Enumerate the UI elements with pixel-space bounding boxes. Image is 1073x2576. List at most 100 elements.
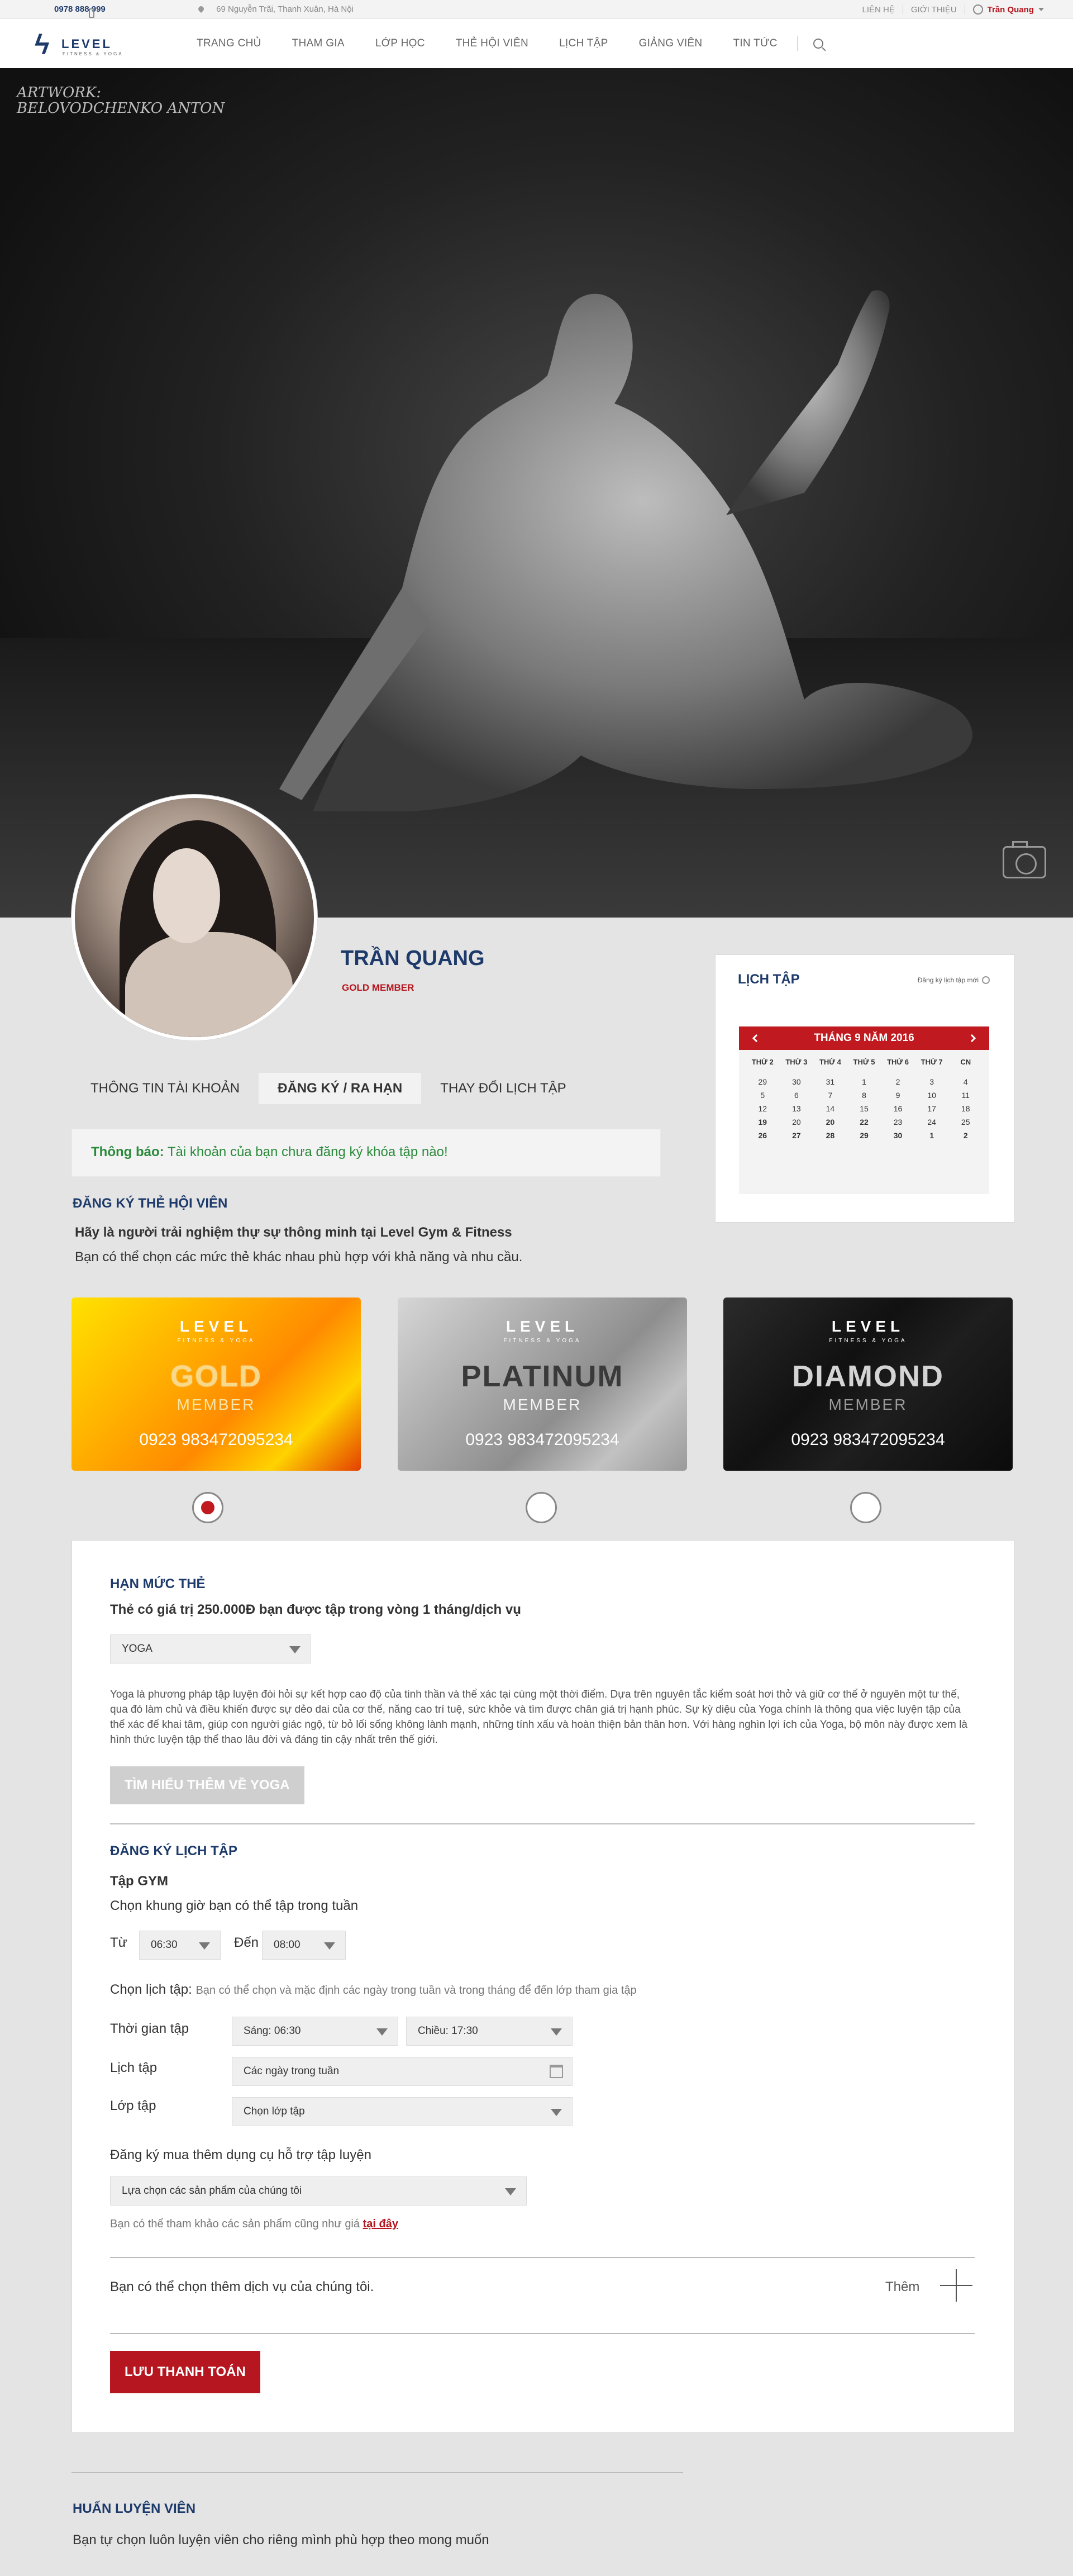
choose-schedule: Chọn lịch tập: Bạn có thể chọn và mặc đị…: [110, 1982, 637, 1998]
nav-classes[interactable]: LỚP HỌC: [375, 37, 425, 50]
calendar-day[interactable]: 19: [746, 1118, 780, 1127]
calendar-weekday: THỨ 4: [819, 1058, 841, 1066]
calendar-day[interactable]: 13: [780, 1104, 814, 1113]
calendar-weekday: THỨ 5: [853, 1058, 875, 1066]
nav-home[interactable]: TRANG CHỦ: [197, 37, 261, 50]
search-icon[interactable]: [813, 39, 823, 49]
calendar-day[interactable]: 31: [813, 1077, 847, 1086]
nav-instructors[interactable]: GIẢNG VIÊN: [639, 37, 703, 50]
calendar-day[interactable]: 18: [948, 1104, 983, 1113]
phone-contact[interactable]: 0978 888 999: [35, 4, 106, 18]
radio-gold[interactable]: [192, 1492, 223, 1523]
card-diamond[interactable]: LEVEL FITNESS & YOGA DIAMOND MEMBER 0923…: [723, 1297, 1013, 1471]
card-brand-sub: FITNESS & YOGA: [503, 1338, 581, 1344]
time-pm-value: Chiều: 17:30: [418, 2025, 478, 2037]
class-select[interactable]: Chọn lớp tập: [232, 2097, 573, 2126]
radio-diamond[interactable]: [850, 1492, 881, 1523]
save-payment-button[interactable]: LƯU THANH TOÁN: [110, 2351, 260, 2393]
calendar-day[interactable]: 10: [915, 1091, 949, 1100]
calendar-day[interactable]: 30: [881, 1131, 915, 1140]
schedule-title: LỊCH TẬP: [738, 972, 800, 987]
calendar-day[interactable]: 1: [847, 1077, 881, 1086]
user-menu[interactable]: Trần Quang: [964, 4, 1044, 15]
notice-box: Thông báo: Tài khoản của bạn chưa đăng k…: [71, 1129, 661, 1177]
avatar[interactable]: [71, 795, 317, 1040]
card-platinum[interactable]: LEVEL FITNESS & YOGA PLATINUM MEMBER 092…: [398, 1297, 687, 1471]
product-ref-link[interactable]: tại đây: [363, 2218, 398, 2230]
days-value: Các ngày trong tuần: [244, 2065, 340, 2077]
calendar-day[interactable]: 30: [780, 1077, 814, 1086]
chevron-right-icon[interactable]: [967, 1034, 976, 1043]
nav-membership[interactable]: THẺ HỘI VIÊN: [456, 37, 528, 50]
time-pm-select[interactable]: Chiều: 17:30: [406, 2017, 573, 2046]
calendar-day[interactable]: 16: [881, 1104, 915, 1113]
calendar-day[interactable]: 22: [847, 1118, 881, 1127]
divider: [110, 2257, 975, 2258]
calendar-day[interactable]: 12: [746, 1104, 780, 1113]
chevron-left-icon[interactable]: [752, 1034, 761, 1043]
calendar-day[interactable]: 4: [948, 1077, 983, 1086]
learn-yoga-button[interactable]: TÌM HIỂU THÊM VỀ YOGA: [110, 1766, 304, 1804]
service-select-value: YOGA: [122, 1643, 152, 1655]
calendar-day[interactable]: 23: [881, 1118, 915, 1127]
calendar-day[interactable]: 2: [881, 1077, 915, 1086]
link-about[interactable]: GIỚI THIỆU: [902, 4, 965, 15]
product-select[interactable]: Lựa chọn các sản phẩm của chúng tôi: [110, 2176, 527, 2206]
calendar-day[interactable]: 29: [746, 1077, 780, 1086]
from-time-select[interactable]: 06:30: [139, 1931, 221, 1960]
calendar-day[interactable]: 14: [813, 1104, 847, 1113]
calendar-day[interactable]: 20: [780, 1118, 814, 1127]
calendar-day[interactable]: 26: [746, 1131, 780, 1140]
from-time-value: 06:30: [151, 1939, 178, 1951]
calendar: THÁNG 9 NĂM 2016 THỨ 2 THỨ 3 THỨ 4 THỨ 5 THỨ…: [739, 1026, 989, 1194]
notice-text: Tài khoản của bạn chưa đăng ký khóa tập …: [167, 1144, 448, 1159]
calendar-day[interactable]: 6: [780, 1091, 814, 1100]
product-ref-text: Bạn có thể tham khảo các sản phẩm cũng n…: [110, 2218, 360, 2230]
nav-join[interactable]: THAM GIA: [292, 37, 345, 50]
link-contact[interactable]: LIÊN HỆ: [855, 5, 903, 15]
calendar-day[interactable]: 17: [915, 1104, 949, 1113]
calendar-day[interactable]: 2: [948, 1131, 983, 1140]
calendar-day[interactable]: 20: [813, 1118, 847, 1127]
tab-change-schedule[interactable]: THAY ĐỔI LỊCH TẬP: [421, 1073, 585, 1104]
calendar-day[interactable]: 9: [881, 1091, 915, 1100]
tab-register-renew[interactable]: ĐĂNG KÝ / RA HẠN: [259, 1073, 422, 1104]
add-service-label[interactable]: Thêm: [885, 2279, 919, 2295]
service-select[interactable]: YOGA: [110, 1634, 311, 1664]
new-schedule-label: Đăng ký lịch tập mới: [917, 976, 979, 984]
calendar-day[interactable]: 29: [847, 1131, 881, 1140]
artwork-line1: ARTWORK:: [17, 84, 102, 101]
calendar-day[interactable]: 3: [915, 1077, 949, 1086]
calendar-day[interactable]: 25: [948, 1118, 983, 1127]
calendar-day[interactable]: 15: [847, 1104, 881, 1113]
camera-icon[interactable]: [1003, 841, 1046, 878]
time-am-select[interactable]: Sáng: 06:30: [232, 2017, 398, 2046]
days-picker[interactable]: Các ngày trong tuần: [232, 2057, 573, 2086]
calendar-day[interactable]: 1: [915, 1131, 949, 1140]
nav-news[interactable]: TIN TỨC: [733, 37, 777, 50]
to-time-select[interactable]: 08:00: [262, 1931, 346, 1960]
plus-icon[interactable]: [940, 2269, 972, 2302]
card-gold[interactable]: LEVEL FITNESS & YOGA GOLD MEMBER 0923 98…: [71, 1297, 361, 1471]
top-links: LIÊN HỆ GIỚI THIỆU Trần Quang: [855, 4, 1044, 15]
tab-account-info[interactable]: THÔNG TIN TÀI KHOẢN: [71, 1073, 259, 1104]
calendar-day[interactable]: 8: [847, 1091, 881, 1100]
dropdown-arrow-icon: [324, 1942, 335, 1950]
calendar-day[interactable]: 24: [915, 1118, 949, 1127]
limit-text: Thẻ có giá trị 250.000Đ bạn được tập tro…: [110, 1602, 521, 1617]
calendar-day[interactable]: 5: [746, 1091, 780, 1100]
nav-schedule[interactable]: LỊCH TẬP: [559, 37, 608, 50]
card-tier-name: DIAMOND: [792, 1360, 944, 1393]
new-schedule-link[interactable]: Đăng ký lịch tập mới: [918, 976, 990, 984]
card-member-label: MEMBER: [503, 1396, 582, 1413]
calendar-day[interactable]: 28: [813, 1131, 847, 1140]
radio-platinum[interactable]: [526, 1492, 557, 1523]
gym-label: Tập GYM: [110, 1874, 169, 1889]
calendar-day[interactable]: 27: [780, 1131, 814, 1140]
logo[interactable]: ϟ LEVEL FITNESS & YOGA: [35, 29, 124, 60]
user-name: Trần Quang: [987, 4, 1034, 15]
calendar-day[interactable]: 7: [813, 1091, 847, 1100]
card-member-label: MEMBER: [177, 1396, 256, 1413]
calendar-day[interactable]: 11: [948, 1091, 983, 1100]
address-text: 69 Nguyễn Trãi, Thanh Xuân, Hà Nội: [216, 4, 354, 14]
